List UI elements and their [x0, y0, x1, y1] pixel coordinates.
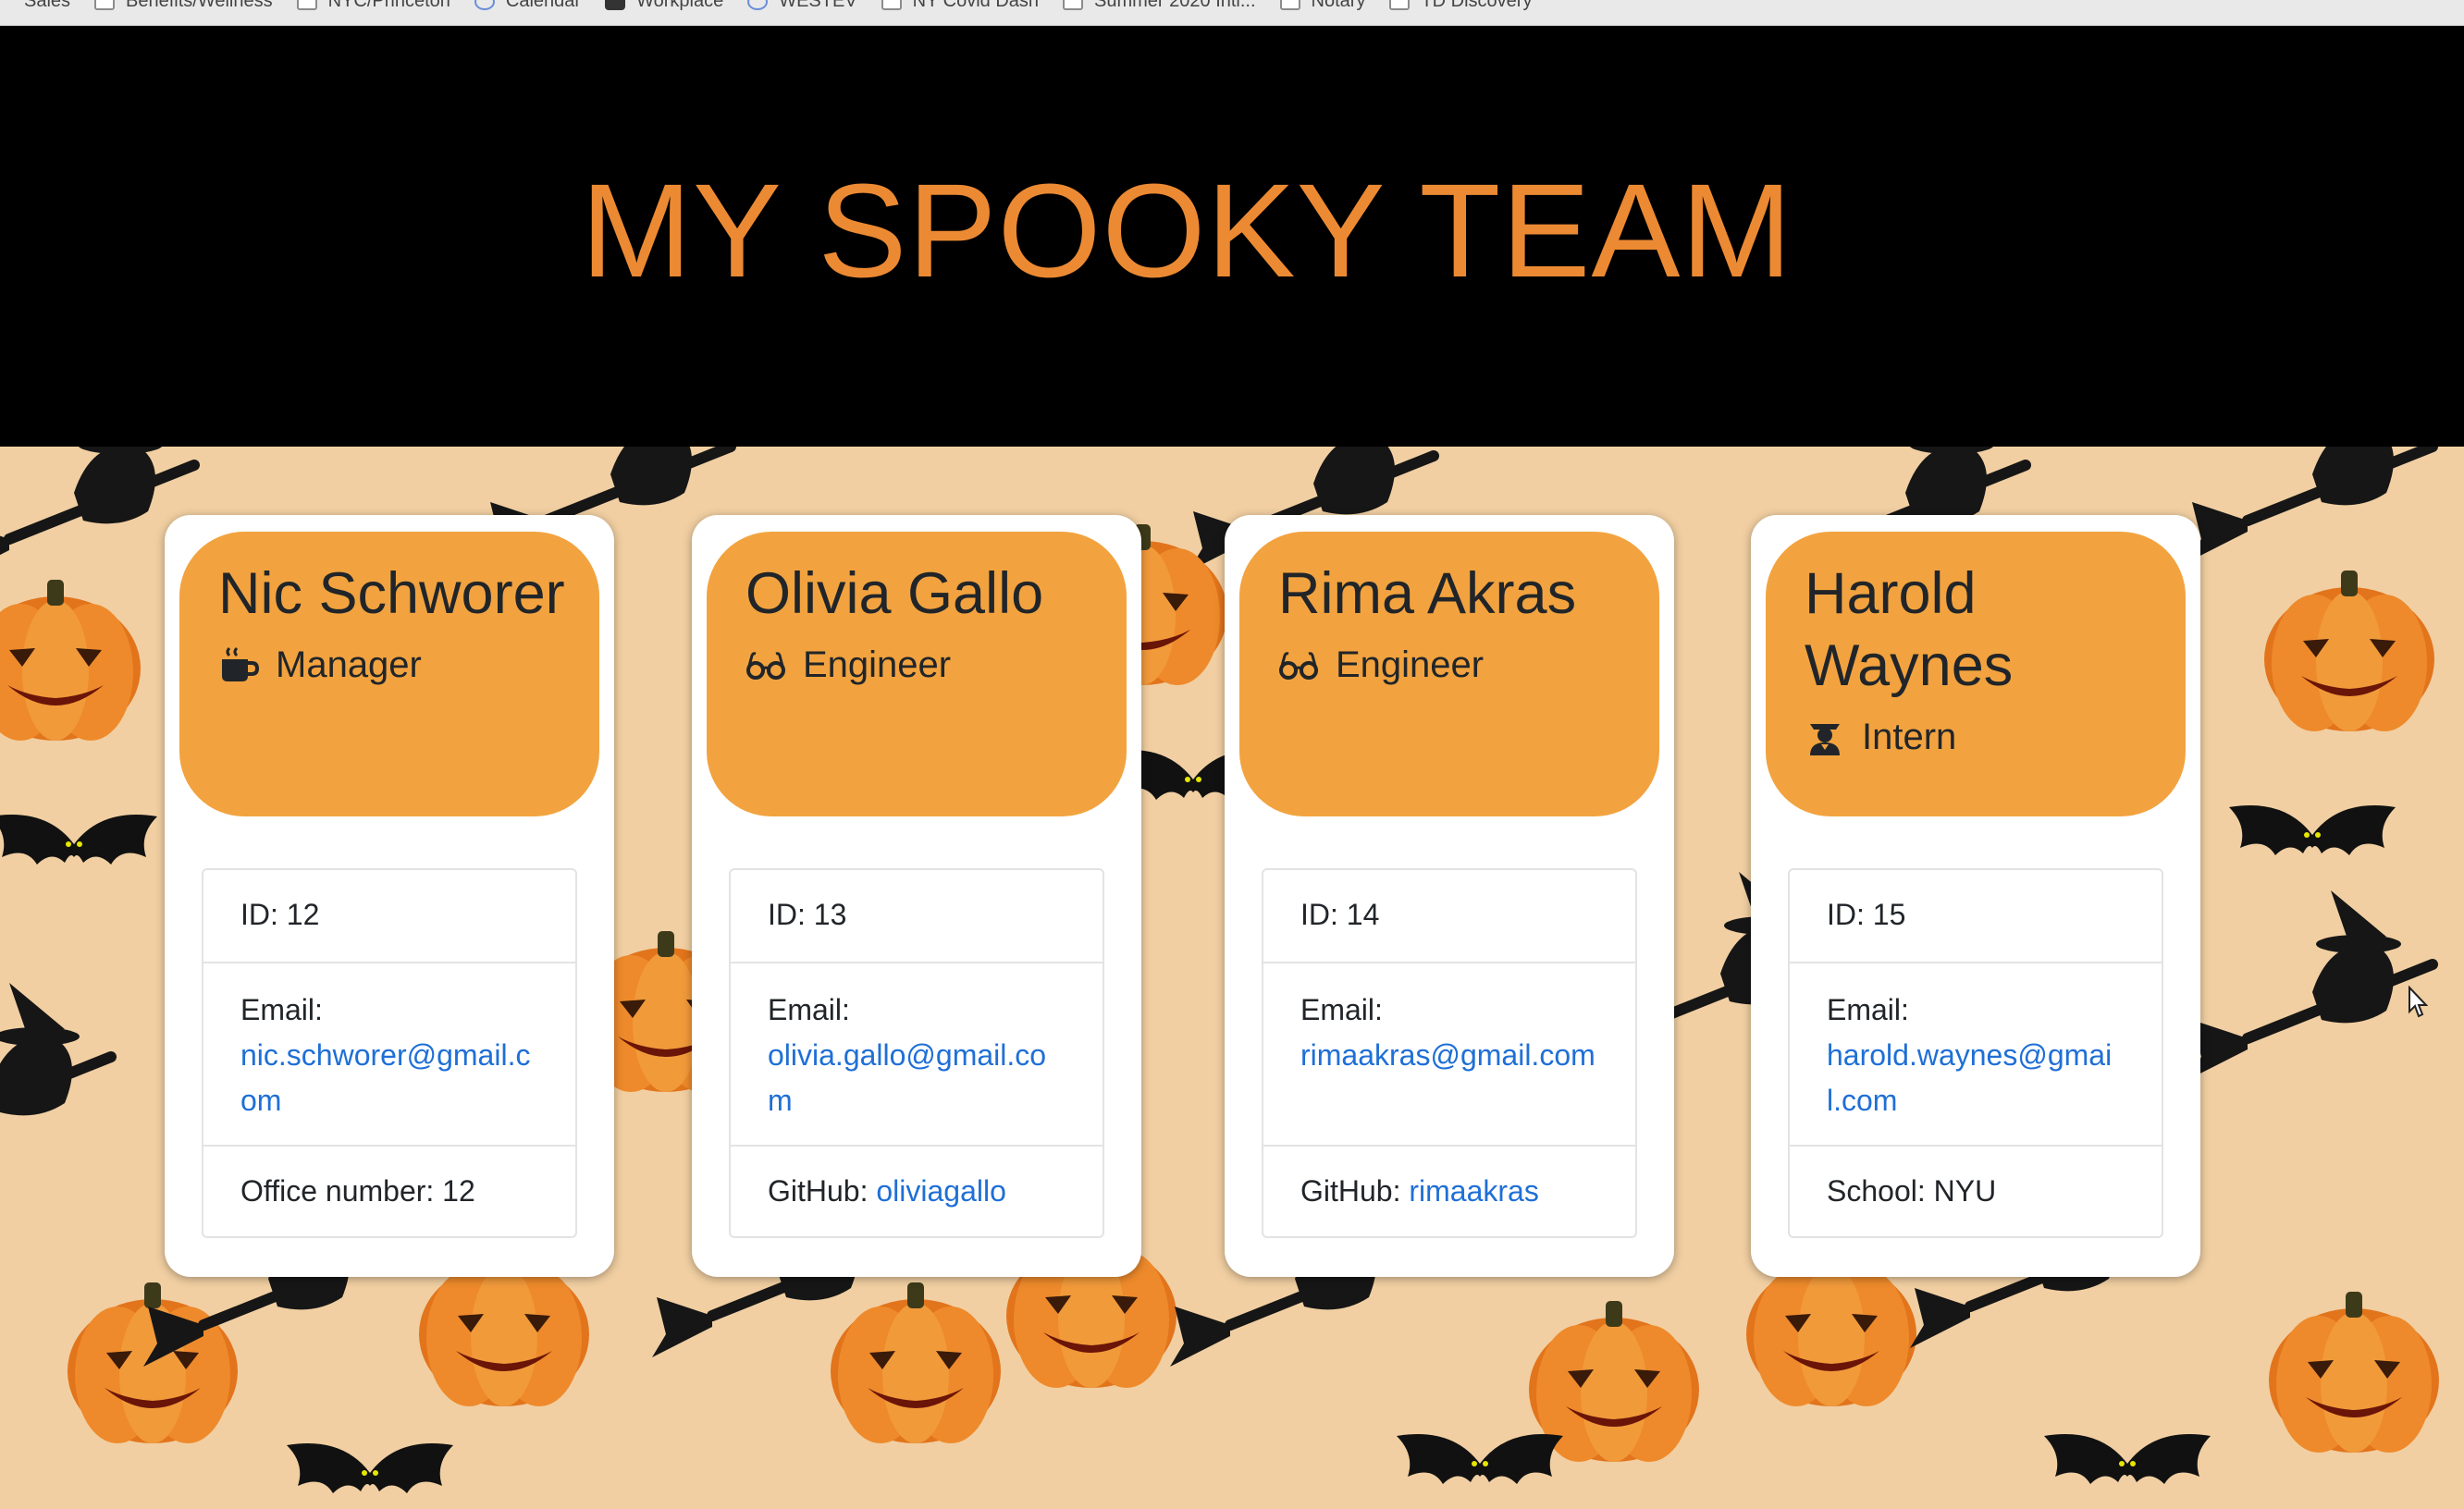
email-label: Email:	[1827, 993, 1909, 1026]
email-label: Email:	[1300, 993, 1383, 1026]
bookmarks-bar: Sales Benefits/Wellness NYC/Princeton Ca…	[0, 0, 2464, 26]
bookmark-item[interactable]: Notary	[1279, 0, 1366, 14]
github-item: GitHub: rimaakras	[1263, 1145, 1635, 1236]
id-item: ID: 14	[1300, 898, 1380, 931]
employee-role: Engineer	[1278, 639, 1622, 691]
employee-name: Nic Schworer	[218, 561, 565, 626]
employee-card: Nic Schworer Manager ID: 12 Email: nic.s…	[165, 515, 614, 1277]
bookmark-label: NY Covid Dash	[912, 0, 1040, 11]
calendar-icon	[474, 0, 495, 10]
github-link[interactable]: oliviagallo	[876, 1174, 1006, 1208]
employee-name: Rima Akras	[1278, 561, 1577, 626]
page-header: MY SPOOKY TEAM	[0, 26, 2464, 447]
github-label: GitHub:	[768, 1174, 877, 1208]
employee-card: Olivia Gallo Engineer ID: 13 Email: oliv…	[692, 515, 1141, 1277]
bookmark-label: Calendar	[505, 0, 582, 11]
bookmark-item[interactable]: Benefits/Wellness	[94, 0, 273, 14]
id-item: ID: 12	[240, 898, 320, 931]
role-label: Engineer	[803, 644, 952, 685]
email-item: Email: harold.waynes@gmail.com	[1790, 962, 2162, 1145]
bookmark-label: Summer 2020 Intl...	[1094, 0, 1256, 11]
bookmark-label: Notary	[1311, 0, 1366, 11]
school-item: School: NYU	[1790, 1145, 2162, 1236]
folder-icon	[94, 0, 116, 10]
email-item: Email: olivia.gallo@gmail.com	[731, 962, 1103, 1145]
role-label: Manager	[276, 644, 422, 685]
email-link[interactable]: olivia.gallo@gmail.com	[768, 1038, 1046, 1117]
id-item: ID: 13	[768, 898, 847, 931]
employee-name: Olivia Gallo	[745, 561, 1044, 626]
bookmark-label: Workplace	[636, 0, 724, 11]
card-header: Rima Akras Engineer	[1239, 532, 1659, 816]
mouse-cursor-icon	[2409, 986, 2428, 1018]
globe-icon	[747, 0, 769, 10]
details-list: ID: 14 Email: rimaakras@gmail.com GitHub…	[1262, 868, 1637, 1238]
details-list: ID: 13 Email: olivia.gallo@gmail.com Git…	[729, 868, 1104, 1238]
github-link[interactable]: rimaakras	[1409, 1174, 1538, 1208]
glasses-icon	[1279, 652, 1318, 680]
employee-role: Engineer	[745, 639, 1090, 691]
graduate-icon	[1810, 724, 1840, 755]
card-header: Nic Schworer Manager	[179, 532, 599, 816]
office-number-item: Office number: 12	[203, 1145, 575, 1236]
page-title: MY SPOOKY TEAM	[581, 156, 1793, 305]
bookmark-label: TD Discovery	[1421, 0, 1533, 11]
email-link[interactable]: harold.waynes@gmail.com	[1827, 1038, 2112, 1117]
email-item: Email: nic.schworer@gmail.com	[203, 962, 575, 1145]
bookmark-item[interactable]: TD Discovery	[1389, 0, 1532, 14]
role-label: Intern	[1862, 717, 1957, 757]
card-header: Harold Waynes Intern	[1766, 532, 2186, 816]
email-label: Email:	[768, 993, 850, 1026]
coffee-mug-icon	[222, 646, 259, 681]
folder-icon	[296, 0, 317, 10]
bookmark-item[interactable]: Calendar	[474, 0, 581, 14]
email-link[interactable]: rimaakras@gmail.com	[1300, 1038, 1595, 1072]
bookmark-item[interactable]: NY Covid Dash	[881, 0, 1039, 14]
folder-icon	[1279, 0, 1300, 10]
bookmark-item[interactable]: Workplace	[605, 0, 723, 14]
employee-card: Harold Waynes Intern ID: 15 Email: harol…	[1751, 515, 2200, 1277]
bookmark-item[interactable]: Sales	[24, 0, 70, 14]
email-label: Email:	[240, 993, 323, 1026]
details-list: ID: 12 Email: nic.schworer@gmail.com Off…	[202, 868, 577, 1238]
folder-icon	[1063, 0, 1084, 10]
bookmark-item[interactable]: WESTEV	[747, 0, 857, 14]
details-list: ID: 15 Email: harold.waynes@gmail.com Sc…	[1788, 868, 2163, 1238]
bookmark-label: Benefits/Wellness	[126, 0, 273, 11]
email-link[interactable]: nic.schworer@gmail.com	[240, 1038, 530, 1117]
document-icon	[881, 0, 902, 10]
card-header: Olivia Gallo Engineer	[707, 532, 1127, 816]
employee-role: Intern	[1805, 711, 2149, 763]
bookmark-item[interactable]: Summer 2020 Intl...	[1063, 0, 1256, 14]
employee-card: Rima Akras Engineer ID: 14 Email: rimaak…	[1225, 515, 1674, 1277]
employee-role: Manager	[218, 639, 562, 691]
glasses-icon	[746, 652, 785, 680]
workplace-icon	[605, 0, 626, 10]
email-item: Email: rimaakras@gmail.com	[1263, 962, 1635, 1145]
employee-name: Harold Waynes	[1805, 561, 2014, 698]
bookmark-label: NYC/Princeton	[327, 0, 450, 11]
folder-icon	[1389, 0, 1411, 10]
role-label: Engineer	[1336, 644, 1485, 685]
bookmark-label: WESTEV	[779, 0, 857, 11]
bookmark-label: Sales	[24, 0, 71, 11]
github-item: GitHub: oliviagallo	[731, 1145, 1103, 1236]
github-label: GitHub:	[1300, 1174, 1410, 1208]
bookmark-item[interactable]: NYC/Princeton	[296, 0, 450, 14]
id-item: ID: 15	[1827, 898, 1906, 931]
